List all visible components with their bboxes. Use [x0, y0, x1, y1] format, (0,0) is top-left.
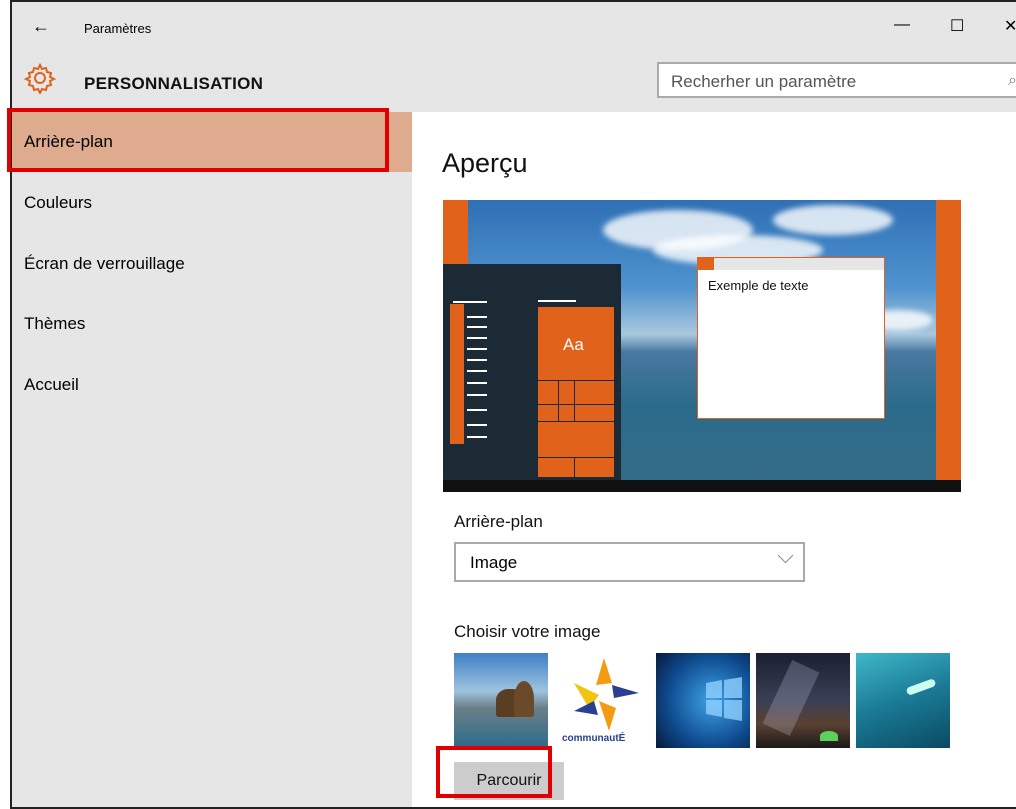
sample-window-text: Exemple de texte: [708, 278, 809, 293]
sidebar-item-accueil[interactable]: Accueil: [12, 355, 412, 415]
sidebar: Arrière-plan Couleurs Écran de verrouill…: [12, 112, 412, 807]
minimize-button[interactable]: —: [894, 16, 910, 34]
thumbnail-communaute-logo[interactable]: communautÉ: [554, 653, 648, 748]
start-tile: Aa: [538, 307, 614, 477]
sample-window-titlebar: [698, 258, 884, 270]
highlight-frame: [7, 108, 389, 172]
swimmer-shape: [905, 678, 937, 696]
windows-logo-icon: [706, 677, 742, 721]
title-bar: ← Paramètres — ☐ ✕: [12, 2, 1016, 52]
close-button[interactable]: ✕: [1004, 16, 1016, 36]
maximize-button[interactable]: ☐: [950, 16, 964, 36]
sidebar-item-label: Écran de verrouillage: [24, 254, 185, 273]
thumbnail-windows-logo[interactable]: [656, 653, 750, 748]
start-line: [467, 424, 487, 426]
milky-way: [762, 659, 820, 737]
accent-strip-right: [936, 200, 961, 480]
start-line: [467, 436, 487, 438]
search-input[interactable]: Recherher un paramètre ⌕: [657, 62, 1016, 98]
sidebar-item-themes[interactable]: Thèmes: [12, 294, 412, 354]
start-line: [538, 300, 576, 302]
preview-taskbar: [443, 480, 961, 492]
sidebar-item-ecran-de-verrouillage[interactable]: Écran de verrouillage: [12, 234, 412, 294]
start-line: [467, 394, 487, 396]
sidebar-item-label: Thèmes: [24, 314, 86, 333]
window-title: Paramètres: [84, 21, 152, 36]
main-content: Aperçu Aa Exemple de texte Arrière-plan …: [412, 112, 1016, 807]
tile-text: Aa: [563, 335, 584, 354]
background-type-select[interactable]: Image: [454, 542, 805, 582]
start-line: [453, 301, 487, 303]
sidebar-item-label: Accueil: [24, 375, 79, 394]
start-line: [467, 359, 487, 361]
tile-divider: [538, 457, 614, 458]
chevron-down-icon: [777, 547, 794, 564]
highlight-frame: [436, 746, 552, 798]
back-arrow-icon[interactable]: ←: [32, 16, 50, 37]
thumbnail-underwater-swimmer[interactable]: [856, 653, 950, 748]
tile-divider: [538, 421, 614, 422]
start-line: [467, 316, 487, 318]
start-line: [467, 326, 487, 328]
tent-glow: [820, 731, 838, 741]
tile-divider: [538, 380, 614, 381]
tile-divider: [558, 380, 559, 422]
start-menu-preview: Aa: [443, 264, 621, 480]
start-line: [467, 382, 487, 384]
tile-divider: [574, 380, 575, 422]
start-line: [467, 370, 487, 372]
rock-shape: [514, 681, 534, 717]
search-icon[interactable]: ⌕: [1008, 72, 1016, 90]
select-value: Image: [470, 553, 518, 572]
wallpaper-preview: Aa Exemple de texte: [443, 200, 961, 492]
gear-icon: [24, 62, 56, 94]
cloud: [773, 205, 893, 235]
start-line: [467, 337, 487, 339]
start-list-accent: [450, 304, 464, 444]
sidebar-item-couleurs[interactable]: Couleurs: [12, 173, 412, 233]
thumbnail-caption: communautÉ: [562, 733, 626, 744]
preview-heading: Aperçu: [442, 148, 528, 178]
start-line: [467, 348, 487, 350]
sample-window-preview: Exemple de texte: [697, 257, 885, 419]
page-title: PERSONNALISATION: [84, 74, 264, 93]
tile-divider: [538, 404, 614, 405]
page-header: PERSONNALISATION Recherher un paramètre …: [12, 52, 1016, 112]
search-placeholder: Recherher un paramètre: [671, 72, 857, 91]
choose-image-label: Choisir votre image: [454, 622, 601, 641]
thumbnail-beach-rocks[interactable]: [454, 653, 548, 748]
sidebar-item-label: Couleurs: [24, 193, 93, 212]
background-label: Arrière-plan: [454, 512, 543, 531]
tile-divider: [574, 457, 575, 477]
start-line: [467, 409, 487, 411]
thumbnail-night-sky[interactable]: [756, 653, 850, 748]
